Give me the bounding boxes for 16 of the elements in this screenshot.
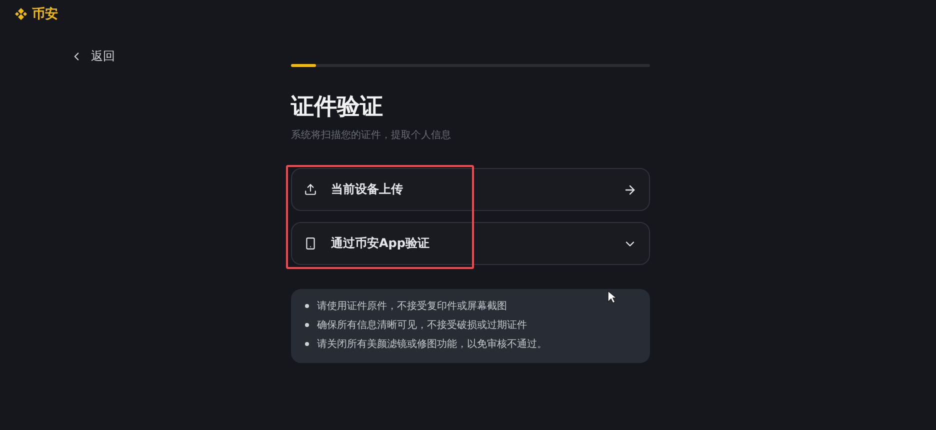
tip-text: 确保所有信息清晰可见，不接受破损或过期证件 xyxy=(317,318,527,332)
option-button[interactable]: 通过币安App验证 xyxy=(291,222,650,265)
page-subtitle: 系统将扫描您的证件，提取个人信息 xyxy=(291,128,452,142)
bullet-icon xyxy=(305,323,309,327)
page-title: 证件验证 xyxy=(291,93,384,122)
brand-name: 币安 xyxy=(32,6,58,23)
phone-icon xyxy=(304,237,317,250)
bullet-icon xyxy=(305,304,309,308)
logo-icon xyxy=(14,7,28,21)
tip-text: 请关闭所有美颜滤镜或修图功能，以免审核不通过。 xyxy=(317,338,547,351)
upload-icon xyxy=(304,183,317,196)
cursor-icon xyxy=(607,290,617,304)
option-button[interactable]: 当前设备上传 xyxy=(291,168,650,211)
bullet-icon xyxy=(305,342,309,346)
back-link[interactable]: 返回 xyxy=(70,48,115,65)
tip-text: 请使用证件原件，不接受复印件或屏幕截图 xyxy=(317,300,507,313)
